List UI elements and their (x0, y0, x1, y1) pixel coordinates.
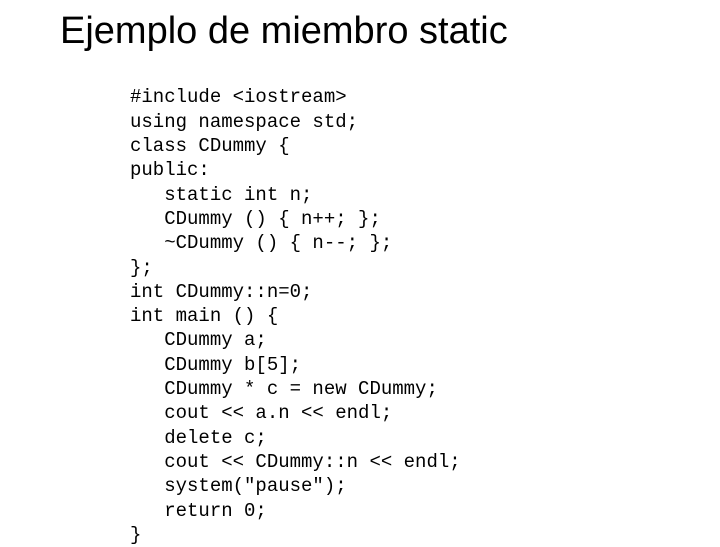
code-line: using namespace std; (130, 111, 358, 133)
code-line: cout << a.n << endl; (130, 402, 392, 424)
code-line: int main () { (130, 305, 278, 327)
code-line: static int n; (130, 184, 312, 206)
code-line: cout << CDummy::n << endl; (130, 451, 461, 473)
code-line: class CDummy { (130, 135, 290, 157)
code-line: return 0; (130, 500, 267, 522)
code-line: CDummy () { n++; }; (130, 208, 381, 230)
code-line: public: (130, 159, 210, 181)
code-line: } (130, 524, 141, 546)
code-line: CDummy a; (130, 329, 267, 351)
code-line: system("pause"); (130, 475, 347, 497)
code-line: ~CDummy () { n--; }; (130, 232, 392, 254)
slide-title: Ejemplo de miembro static (60, 10, 680, 53)
slide: Ejemplo de miembro static #include <iost… (0, 0, 720, 540)
code-block: #include <iostream> using namespace std;… (130, 61, 680, 547)
code-line: CDummy * c = new CDummy; (130, 378, 438, 400)
code-line: CDummy b[5]; (130, 354, 301, 376)
code-line: }; (130, 257, 153, 279)
code-line: #include <iostream> (130, 86, 347, 108)
code-line: delete c; (130, 427, 267, 449)
code-line: int CDummy::n=0; (130, 281, 312, 303)
